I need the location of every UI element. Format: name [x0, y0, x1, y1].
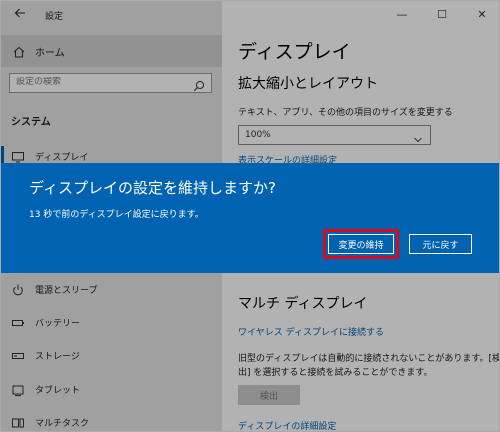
dialog-title: ディスプレイの設定を維持しますか? [29, 179, 276, 197]
keep-changes-dialog: ディスプレイの設定を維持しますか? 13 秒で前のディスプレイ設定に戻ります。 [1, 163, 499, 273]
settings-window: ホーム システム ディスプレイ 電源とスリープ バッテリー [0, 0, 500, 432]
dialog-countdown: 13 秒で前のディスプレイ設定に戻ります。 [29, 210, 204, 220]
keep-changes-button[interactable]: 変更の維持 [328, 234, 394, 254]
revert-button[interactable]: 元に戻す [409, 234, 472, 254]
